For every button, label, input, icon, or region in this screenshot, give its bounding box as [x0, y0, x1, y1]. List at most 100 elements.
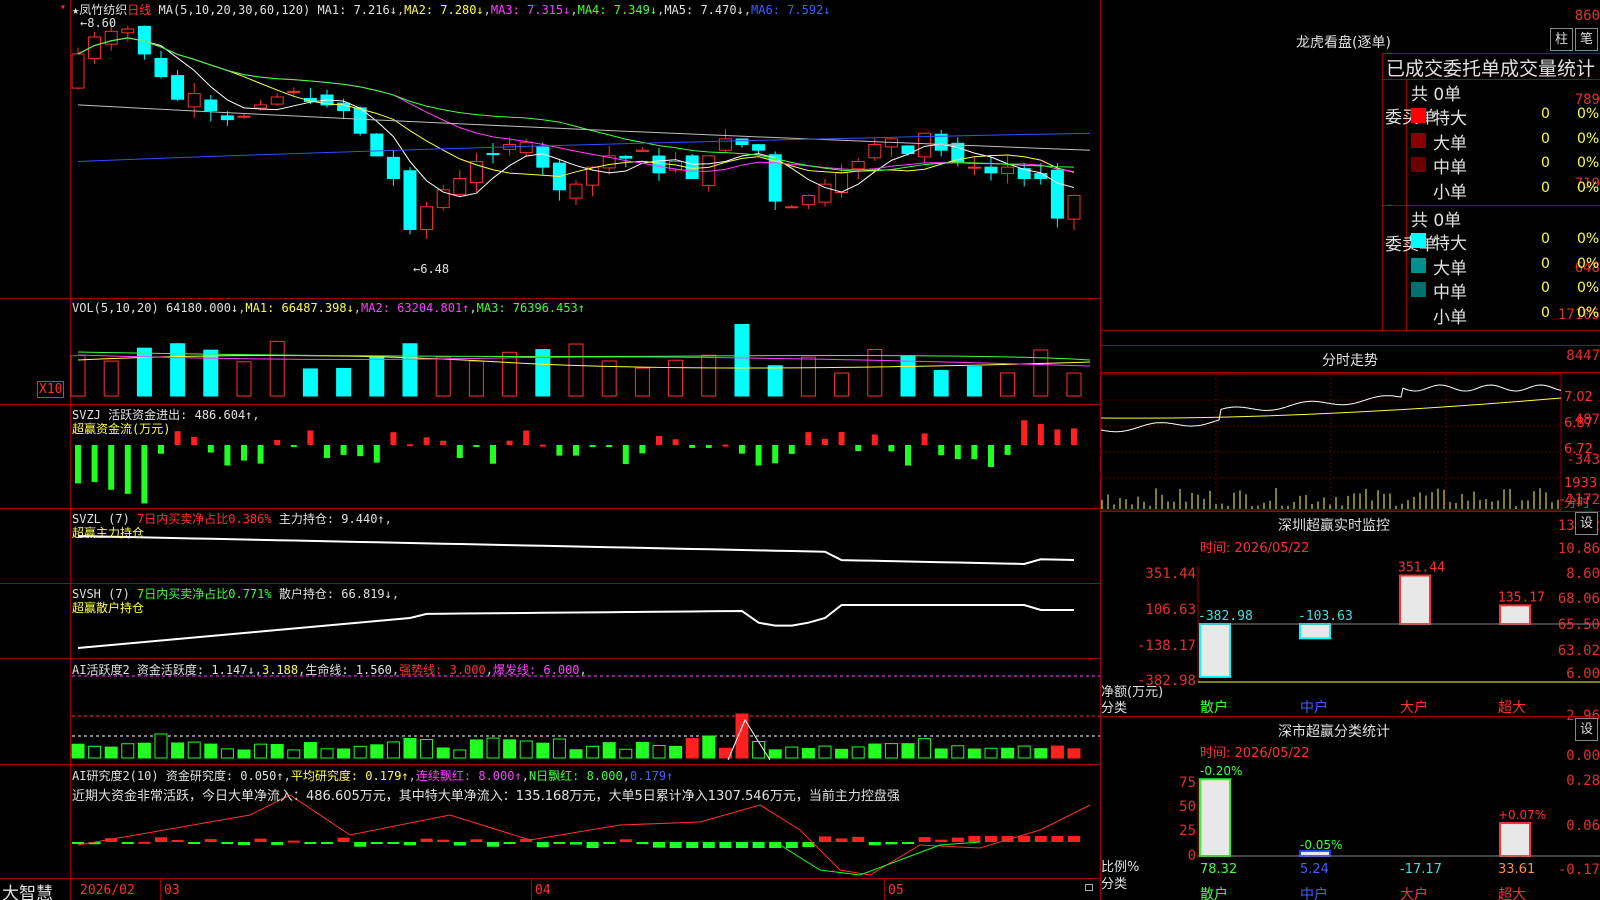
fund-flow-bar [91, 445, 98, 482]
order-row-label: 中单 [1433, 158, 1467, 178]
period-label: 日线 [127, 3, 152, 17]
intraday-tick: 6.72 [1564, 442, 1593, 457]
order-color-swatch [1411, 233, 1426, 248]
fund-flow-bar [324, 445, 330, 458]
activity-bar [469, 739, 483, 759]
volume-bar [136, 347, 152, 397]
lock-icon[interactable] [1085, 884, 1093, 891]
order-row-label: 特大 [1433, 234, 1467, 254]
activity-bar [254, 743, 268, 759]
ai2-tick: -0.17 [1557, 862, 1600, 878]
fund-flow-bar [506, 440, 513, 445]
candle [187, 93, 201, 108]
candle [619, 155, 633, 159]
order-row-percent: 0% [1577, 106, 1600, 122]
research-bar [1051, 836, 1064, 842]
volume-bar [1033, 349, 1049, 397]
order-color-swatch [1411, 132, 1426, 148]
monitor-bar [1499, 604, 1531, 626]
order-row-label: 小单 [1433, 307, 1467, 328]
candle [851, 161, 865, 170]
category-label: 大户 [1400, 700, 1428, 716]
tab-tick-view[interactable]: 笔 [1575, 28, 1598, 51]
activity-bar [785, 746, 799, 759]
research-bar [221, 842, 234, 844]
volume-bar [170, 343, 186, 397]
activity-bar [1050, 745, 1064, 759]
activity-bar [752, 741, 766, 759]
research-bar [287, 840, 300, 843]
stock-name: 凤竹纺织 [79, 3, 128, 17]
monitor-value: 351.44 [1398, 561, 1445, 576]
fund-flow-bar [988, 445, 994, 467]
order-row-value: 0 [1541, 280, 1550, 296]
fund-analysis-note: 近期大资金非常活跃，今日大单净流入：486.605万元，其中特大单净流入：135… [72, 789, 900, 804]
order-row-value: 0 [1541, 231, 1550, 247]
candle [536, 146, 550, 168]
activity-bar [984, 747, 998, 759]
stats-title: 深市超赢分类统计 [1278, 724, 1390, 740]
research-bar [968, 836, 981, 842]
research-bar [702, 842, 715, 848]
fund-flow-bar [622, 445, 629, 465]
activity-bar [121, 743, 135, 759]
fund-flow-bar [888, 445, 895, 452]
fund-flow-bar [456, 445, 463, 458]
activity-bar [552, 738, 566, 759]
research-bar [619, 839, 632, 842]
fund-flow-bar [141, 445, 148, 504]
activity-bar [1001, 747, 1015, 759]
volume-bar [402, 343, 418, 397]
candle [386, 156, 400, 179]
svsh-tick: 63.02 [1557, 643, 1600, 659]
monitor-settings-button[interactable]: 设 [1575, 512, 1598, 535]
buy-total: 共 0单 [1411, 85, 1462, 105]
activity-bar [967, 748, 981, 759]
research-bar [188, 842, 201, 844]
order-row-value: 0 [1541, 130, 1550, 147]
fund-flow-bar [207, 445, 214, 453]
fund-flow-bar [473, 445, 480, 447]
volume-bar [468, 360, 484, 397]
candle [1001, 166, 1015, 175]
order-row-percent: 0% [1577, 255, 1600, 272]
activity-bar [220, 748, 234, 759]
activity-bar [569, 749, 583, 759]
category-label: 超大 [1498, 887, 1526, 900]
research-bar [719, 842, 732, 848]
research-bar [271, 842, 284, 845]
activity-bar [884, 743, 898, 759]
research-bar [304, 842, 317, 844]
research-bar [121, 842, 134, 844]
order-row-label: 大单 [1433, 133, 1467, 154]
activity-bar [287, 749, 301, 759]
research-bar [1034, 836, 1047, 842]
research-bar [503, 842, 516, 844]
fund-flow-bar [124, 445, 131, 494]
order-row-percent: 0% [1577, 231, 1600, 247]
order-color-swatch [1411, 282, 1426, 297]
stats-settings-button[interactable]: 设 [1575, 718, 1598, 741]
stats-bar [1199, 778, 1231, 857]
monitor-time: 时间: 2026/05/22 [1200, 541, 1310, 556]
activity-bar [420, 739, 434, 759]
fund-flow-bar [606, 445, 613, 447]
kline-chart[interactable]: -382.98 -103.63351.44135.17 [0, 0, 1600, 900]
fund-flow-bar [871, 434, 878, 445]
stats-xlabel: 分类 [1101, 877, 1128, 892]
volume-bar [203, 349, 219, 397]
sell-side-label: 委卖单 [1385, 235, 1436, 255]
order-color-swatch [1411, 257, 1426, 273]
volume-bar [103, 360, 119, 397]
activity-bar [1067, 748, 1081, 759]
vol-unit-button[interactable]: X10 [37, 381, 65, 398]
research-line [77, 794, 1091, 876]
activity-bar [71, 743, 85, 759]
tab-bar-view[interactable]: 柱 [1550, 28, 1573, 51]
candle [237, 115, 251, 118]
volume-bar [668, 359, 684, 397]
volume-bar [369, 356, 385, 397]
research-bar [337, 837, 350, 842]
category-label: 超大 [1498, 700, 1526, 716]
research-bar [669, 842, 682, 848]
